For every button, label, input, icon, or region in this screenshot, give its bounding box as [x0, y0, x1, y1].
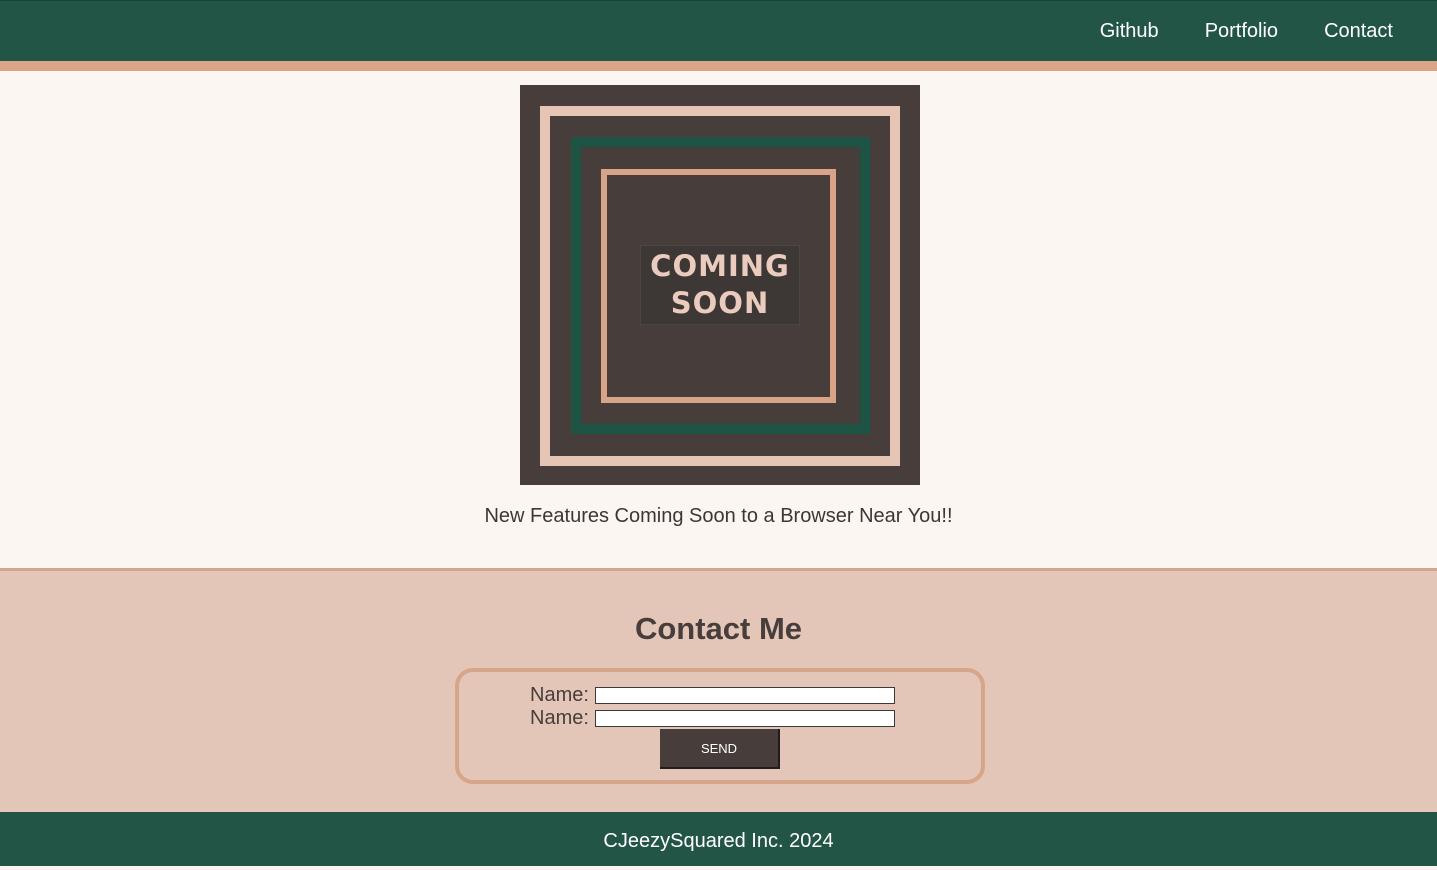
contact-form: Name: Name: SEND [455, 668, 985, 784]
hero-section: COMING SOON New Features Coming Soon to … [0, 71, 1437, 568]
contact-section: Contact Me Name: Name: SEND [0, 568, 1437, 812]
send-button[interactable]: SEND [660, 729, 780, 769]
header-accent-stripe [0, 61, 1437, 71]
top-nav-bar: Github Portfolio Contact [0, 0, 1437, 61]
nav-link-contact[interactable]: Contact [1324, 19, 1393, 43]
poster-label-line2: SOON [670, 286, 770, 320]
form-row-name-1: Name: [530, 684, 895, 707]
contact-title: Contact Me [634, 611, 803, 646]
name-input-2[interactable] [595, 710, 895, 727]
form-row-name-2: Name: [530, 707, 895, 730]
name-label-1: Name: [530, 684, 589, 706]
footer-copyright: CJeezySquared Inc. 2024 [603, 830, 834, 852]
hero-tagline: New Features Coming Soon to a Browser Ne… [484, 505, 953, 527]
poster-label: COMING SOON [640, 245, 800, 325]
name-label-2: Name: [530, 707, 589, 729]
nav-link-portfolio[interactable]: Portfolio [1205, 19, 1278, 43]
footer: CJeezySquared Inc. 2024 [0, 812, 1437, 866]
nav-menu: Github Portfolio Contact [1054, 19, 1393, 43]
nav-link-github[interactable]: Github [1100, 19, 1159, 43]
poster-label-line1: COMING [650, 249, 790, 283]
coming-soon-poster: COMING SOON [520, 85, 920, 485]
name-input-1[interactable] [595, 687, 895, 704]
